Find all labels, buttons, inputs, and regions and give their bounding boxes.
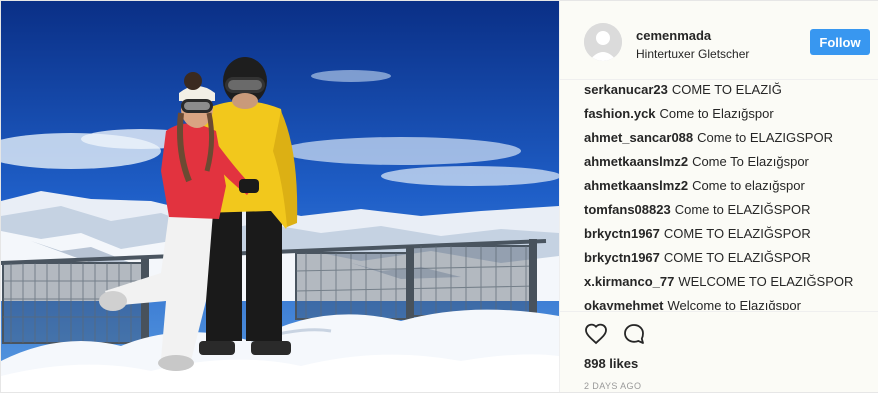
comment-item: serkanucar23 COME TO ELAZIĞ: [584, 82, 874, 106]
comment-username[interactable]: brkyctn1967: [584, 250, 660, 265]
default-avatar-icon: [584, 23, 622, 61]
comment-username[interactable]: ahmet_sancar088: [584, 130, 693, 145]
comment-username[interactable]: tomfans08823: [584, 202, 671, 217]
comment-username[interactable]: ahmetkaanslmz2: [584, 154, 688, 169]
comment-text: Come to ELAZIGSPOR: [697, 130, 833, 145]
comment-item: brkyctn1967 COME TO ELAZIĞSPOR: [584, 226, 874, 250]
comment-item: brkyctn1967 COME TO ELAZIĞSPOR: [584, 250, 874, 274]
comment-username[interactable]: serkanucar23: [584, 82, 668, 97]
comment-text: COME TO ELAZIĞSPOR: [663, 226, 811, 241]
user-avatar[interactable]: [584, 23, 622, 61]
follow-button[interactable]: Follow: [810, 29, 870, 55]
comment-item: ahmetkaanslmz2 Come to elazığspor: [584, 178, 874, 202]
speech-bubble-icon: [624, 324, 644, 344]
comment-username[interactable]: x.kirmanco_77: [584, 274, 674, 289]
like-count[interactable]: 898 likes: [584, 356, 638, 371]
comment-text: Come to Elazığspor: [659, 106, 774, 121]
comment-text: COME TO ELAZIĞ: [671, 82, 782, 97]
comment-username[interactable]: okaymehmet: [584, 298, 663, 310]
comment-username[interactable]: fashion.yck: [584, 106, 656, 121]
post-username[interactable]: cemenmada: [636, 28, 711, 43]
comment-item: tomfans08823 Come to ELAZIĞSPOR: [584, 202, 874, 226]
post-location[interactable]: Hintertuxer Gletscher: [636, 47, 749, 61]
comments-list[interactable]: serkanucar23 COME TO ELAZIĞ fashion.yck Co…: [584, 82, 874, 310]
post-timestamp[interactable]: 2 DAYS AGO: [584, 381, 641, 391]
comment-username[interactable]: ahmetkaanslmz2: [584, 178, 688, 193]
comment-item: okaymehmet Welcome to Elazığspor: [584, 298, 874, 310]
post-header: cemenmada Hintertuxer Gletscher Follow: [560, 1, 878, 80]
comment-item: fashion.yck Come to Elazığspor: [584, 106, 874, 130]
comment-item: ahmetkaanslmz2 Come To Elazığspor: [584, 154, 874, 178]
comment-text: WELCOME TO ELAZIĞSPOR: [678, 274, 854, 289]
comment-text: Come To Elazığspor: [692, 154, 809, 169]
post-sidebar: cemenmada Hintertuxer Gletscher Follow s…: [559, 1, 878, 392]
comment-button[interactable]: [622, 322, 646, 346]
post-actions: 898 likes 2 DAYS AGO: [560, 311, 878, 393]
ski-couple-photo: [1, 1, 559, 392]
post-photo[interactable]: [1, 1, 559, 392]
comment-text: Come to elazığspor: [692, 178, 805, 193]
comment-text: Come to ELAZIĞSPOR: [674, 202, 811, 217]
comment-text: COME TO ELAZIĞSPOR: [663, 250, 811, 265]
like-button[interactable]: [584, 322, 608, 346]
comment-username[interactable]: brkyctn1967: [584, 226, 660, 241]
comment-item: ahmet_sancar088 Come to ELAZIGSPOR: [584, 130, 874, 154]
comment-item: x.kirmanco_77 WELCOME TO ELAZIĞSPOR: [584, 274, 874, 298]
instagram-post: cemenmada Hintertuxer Gletscher Follow s…: [0, 0, 878, 393]
heart-icon: [585, 323, 607, 345]
comment-text: Welcome to Elazığspor: [667, 298, 801, 310]
